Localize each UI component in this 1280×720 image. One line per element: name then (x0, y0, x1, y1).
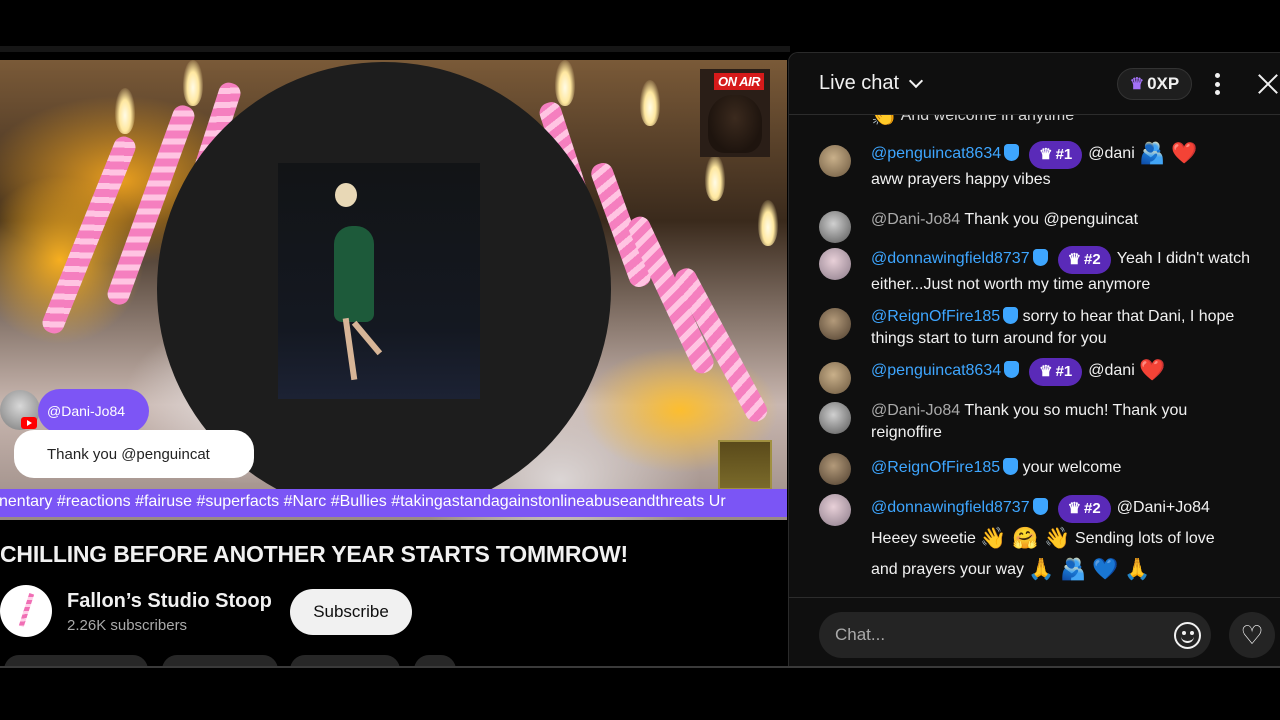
message-text: And welcome in anytime (900, 115, 1075, 124)
message-text: @Dani+Jo84 (1116, 499, 1210, 516)
verified-shield-icon (1004, 144, 1020, 161)
message-author[interactable]: @Dani-Jo84 (871, 402, 960, 419)
verified-shield-icon (1003, 458, 1019, 475)
message-text: Sending lots of love (1074, 530, 1215, 547)
verified-shield-icon (1032, 498, 1048, 515)
avatar[interactable] (819, 453, 851, 485)
candle-flame (758, 200, 778, 246)
avatar[interactable] (819, 211, 851, 243)
crown-icon: ♛ (1039, 146, 1053, 163)
chat-title: Live chat (819, 72, 900, 94)
xp-button[interactable]: ♛ 0XP (1117, 68, 1192, 100)
candle-flame (640, 80, 660, 126)
message-author[interactable]: @donnawingfield8737 (871, 250, 1030, 267)
smiley-icon[interactable] (1174, 622, 1201, 649)
crown-icon: ♛ (1067, 500, 1082, 517)
top-divider (0, 46, 790, 52)
crown-icon: ♛ (1067, 251, 1082, 268)
inner-video-clip (278, 163, 480, 399)
live-chat-panel: Live chat ♛ 0XP 👏 And welcome in anytime (788, 52, 1280, 666)
xp-label: 0XP (1147, 74, 1180, 93)
message-text: Heeey sweetie (871, 530, 976, 547)
message-author[interactable]: @ReignOfFire185 (871, 459, 1000, 476)
crown-icon: ♛ (1039, 363, 1053, 380)
heart-button[interactable]: ♡ (1229, 612, 1275, 658)
heart-emoji-icon: ❤️ (1139, 359, 1166, 382)
top-black-bar (0, 0, 1280, 46)
more-vert-icon[interactable] (1209, 71, 1225, 97)
message-text: your welcome (1022, 459, 1122, 476)
channel-avatar[interactable] (0, 585, 52, 637)
avatar[interactable] (819, 362, 851, 394)
chevron-down-icon (908, 73, 924, 88)
candle-flame (115, 88, 135, 134)
verified-shield-icon (1003, 307, 1019, 324)
rank-badge: ♛ #2 (1057, 246, 1111, 274)
subscriber-count: 2.26K subscribers (67, 617, 188, 634)
dancer-figure (335, 183, 357, 207)
avatar[interactable] (819, 494, 851, 526)
message-author[interactable]: @Dani-Jo84 (871, 211, 960, 228)
avatar[interactable] (819, 145, 851, 177)
youtube-icon (21, 417, 37, 429)
video-player[interactable]: ON AIR @Dani-Jo84 Thank you @penguincat … (0, 60, 787, 520)
message-author[interactable]: @penguincat8634 (871, 145, 1001, 162)
avatar[interactable] (819, 308, 851, 340)
on-air-badge: ON AIR (700, 69, 770, 157)
crown-icon: ♛ (1129, 76, 1145, 93)
heart-icon: ♡ (1240, 620, 1264, 650)
chat-footer: ♡ (789, 597, 1280, 666)
dancer-figure (334, 226, 374, 322)
chat-input[interactable] (819, 612, 1211, 658)
close-icon[interactable] (1255, 71, 1280, 97)
verified-shield-icon (1004, 361, 1020, 378)
channel-name[interactable]: Fallon’s Studio Stoop (67, 590, 272, 613)
candle-flame (183, 60, 203, 106)
chat-header: Live chat ♛ 0XP (789, 53, 1280, 115)
chat-mode-selector[interactable]: Live chat (819, 72, 924, 95)
emoji-icon: 🫂 ❤️ (1139, 142, 1198, 165)
corner-sign-image (718, 440, 772, 490)
chat-messages[interactable]: 👏 And welcome in anytime @penguincat8634… (789, 115, 1280, 597)
bottom-black-bar (0, 668, 1280, 720)
message-text: and prayers your way (871, 561, 1024, 578)
candle-flame (705, 155, 725, 201)
avatar[interactable] (819, 248, 851, 280)
subscribe-button[interactable]: Subscribe (290, 589, 412, 635)
verified-shield-icon (1032, 249, 1048, 266)
message-text: Thank you @penguincat (964, 211, 1139, 228)
app-frame: ON AIR @Dani-Jo84 Thank you @penguincat … (0, 0, 1280, 720)
on-air-label: ON AIR (714, 73, 765, 90)
avatar[interactable] (819, 402, 851, 434)
candle-flame (555, 60, 575, 106)
rank-badge: ♛ #1 (1029, 141, 1083, 169)
clap-emoji-icon: 👏 (871, 115, 898, 127)
dog-image (708, 95, 762, 153)
rank-badge: ♛ #2 (1057, 494, 1111, 523)
overlay-username: @Dani-Jo84 (38, 389, 149, 433)
message-author[interactable]: @donnawingfield8737 (871, 499, 1030, 516)
rank-badge: ♛ #1 (1029, 358, 1083, 386)
ticker-text: nentary #reactions #fairuse #superfacts … (0, 493, 726, 510)
video-title: CHILLING BEFORE ANOTHER YEAR STARTS TOMM… (0, 541, 628, 567)
message-author[interactable]: @ReignOfFire185 (871, 308, 1000, 325)
message-author[interactable]: @penguincat8634 (871, 362, 1001, 379)
wave-hug-emoji-icon: 👋 🤗 👋 (980, 527, 1071, 550)
message-text: aww prayers happy vibes (871, 171, 1051, 188)
message-text: @dani (1088, 145, 1135, 162)
hashtag-ticker: nentary #reactions #fairuse #superfacts … (0, 489, 787, 517)
message-text: @dani (1088, 362, 1135, 379)
pray-heart-emoji-icon: 🙏 🫂 💙 🙏 (1028, 558, 1151, 581)
overlay-message: Thank you @penguincat (14, 430, 254, 478)
